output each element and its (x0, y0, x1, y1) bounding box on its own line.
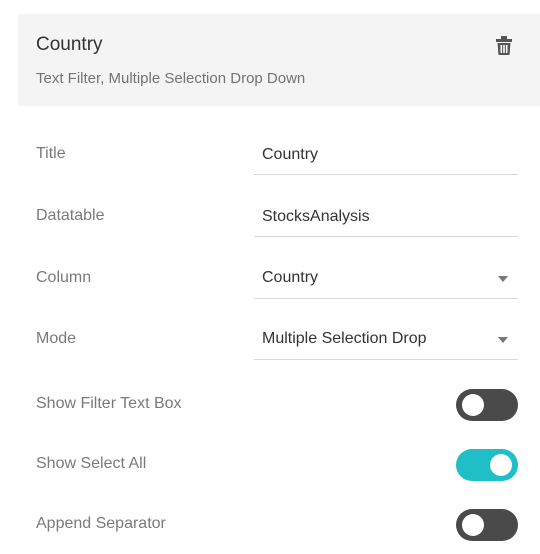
column-label: Column (36, 269, 92, 286)
filter-subtitle: Text Filter, Multiple Selection Drop Dow… (36, 70, 306, 87)
show-select-all-row: Show Select All (36, 447, 520, 487)
title-field[interactable] (254, 137, 518, 175)
toggle-knob (490, 454, 512, 476)
datatable-field[interactable] (254, 199, 518, 237)
filter-header: Country Text Filter, Multiple Selection … (18, 14, 540, 106)
mode-label: Mode (36, 330, 77, 347)
column-row: Column Country (36, 261, 520, 301)
title-label: Title (36, 145, 66, 162)
title-row: Title (36, 137, 520, 177)
datatable-label: Datatable (36, 207, 105, 224)
column-selected-value: Country (262, 269, 319, 286)
column-dropdown[interactable]: Country (254, 261, 518, 299)
append-separator-label: Append Separator (36, 515, 166, 532)
mode-row: Mode Multiple Selection Drop (36, 322, 520, 362)
show-filter-text-box-toggle[interactable] (456, 389, 518, 421)
append-separator-row: Append Separator (36, 507, 520, 547)
toggle-knob (462, 514, 484, 536)
chevron-down-icon (498, 337, 508, 343)
mode-dropdown[interactable]: Multiple Selection Drop (254, 322, 518, 360)
filter-settings-panel: Country Text Filter, Multiple Selection … (0, 0, 540, 554)
datatable-row: Datatable (36, 199, 520, 239)
show-filter-text-box-label: Show Filter Text Box (36, 395, 182, 412)
chevron-down-icon (498, 276, 508, 282)
show-select-all-toggle[interactable] (456, 449, 518, 481)
trash-icon[interactable] (495, 36, 513, 56)
mode-selected-value: Multiple Selection Drop (262, 330, 427, 347)
show-select-all-label: Show Select All (36, 455, 147, 472)
title-input[interactable] (254, 137, 518, 173)
append-separator-toggle[interactable] (456, 509, 518, 541)
datatable-input[interactable] (254, 199, 518, 235)
toggle-knob (462, 394, 484, 416)
filter-title: Country (36, 34, 103, 55)
show-filter-text-box-row: Show Filter Text Box (36, 387, 520, 427)
